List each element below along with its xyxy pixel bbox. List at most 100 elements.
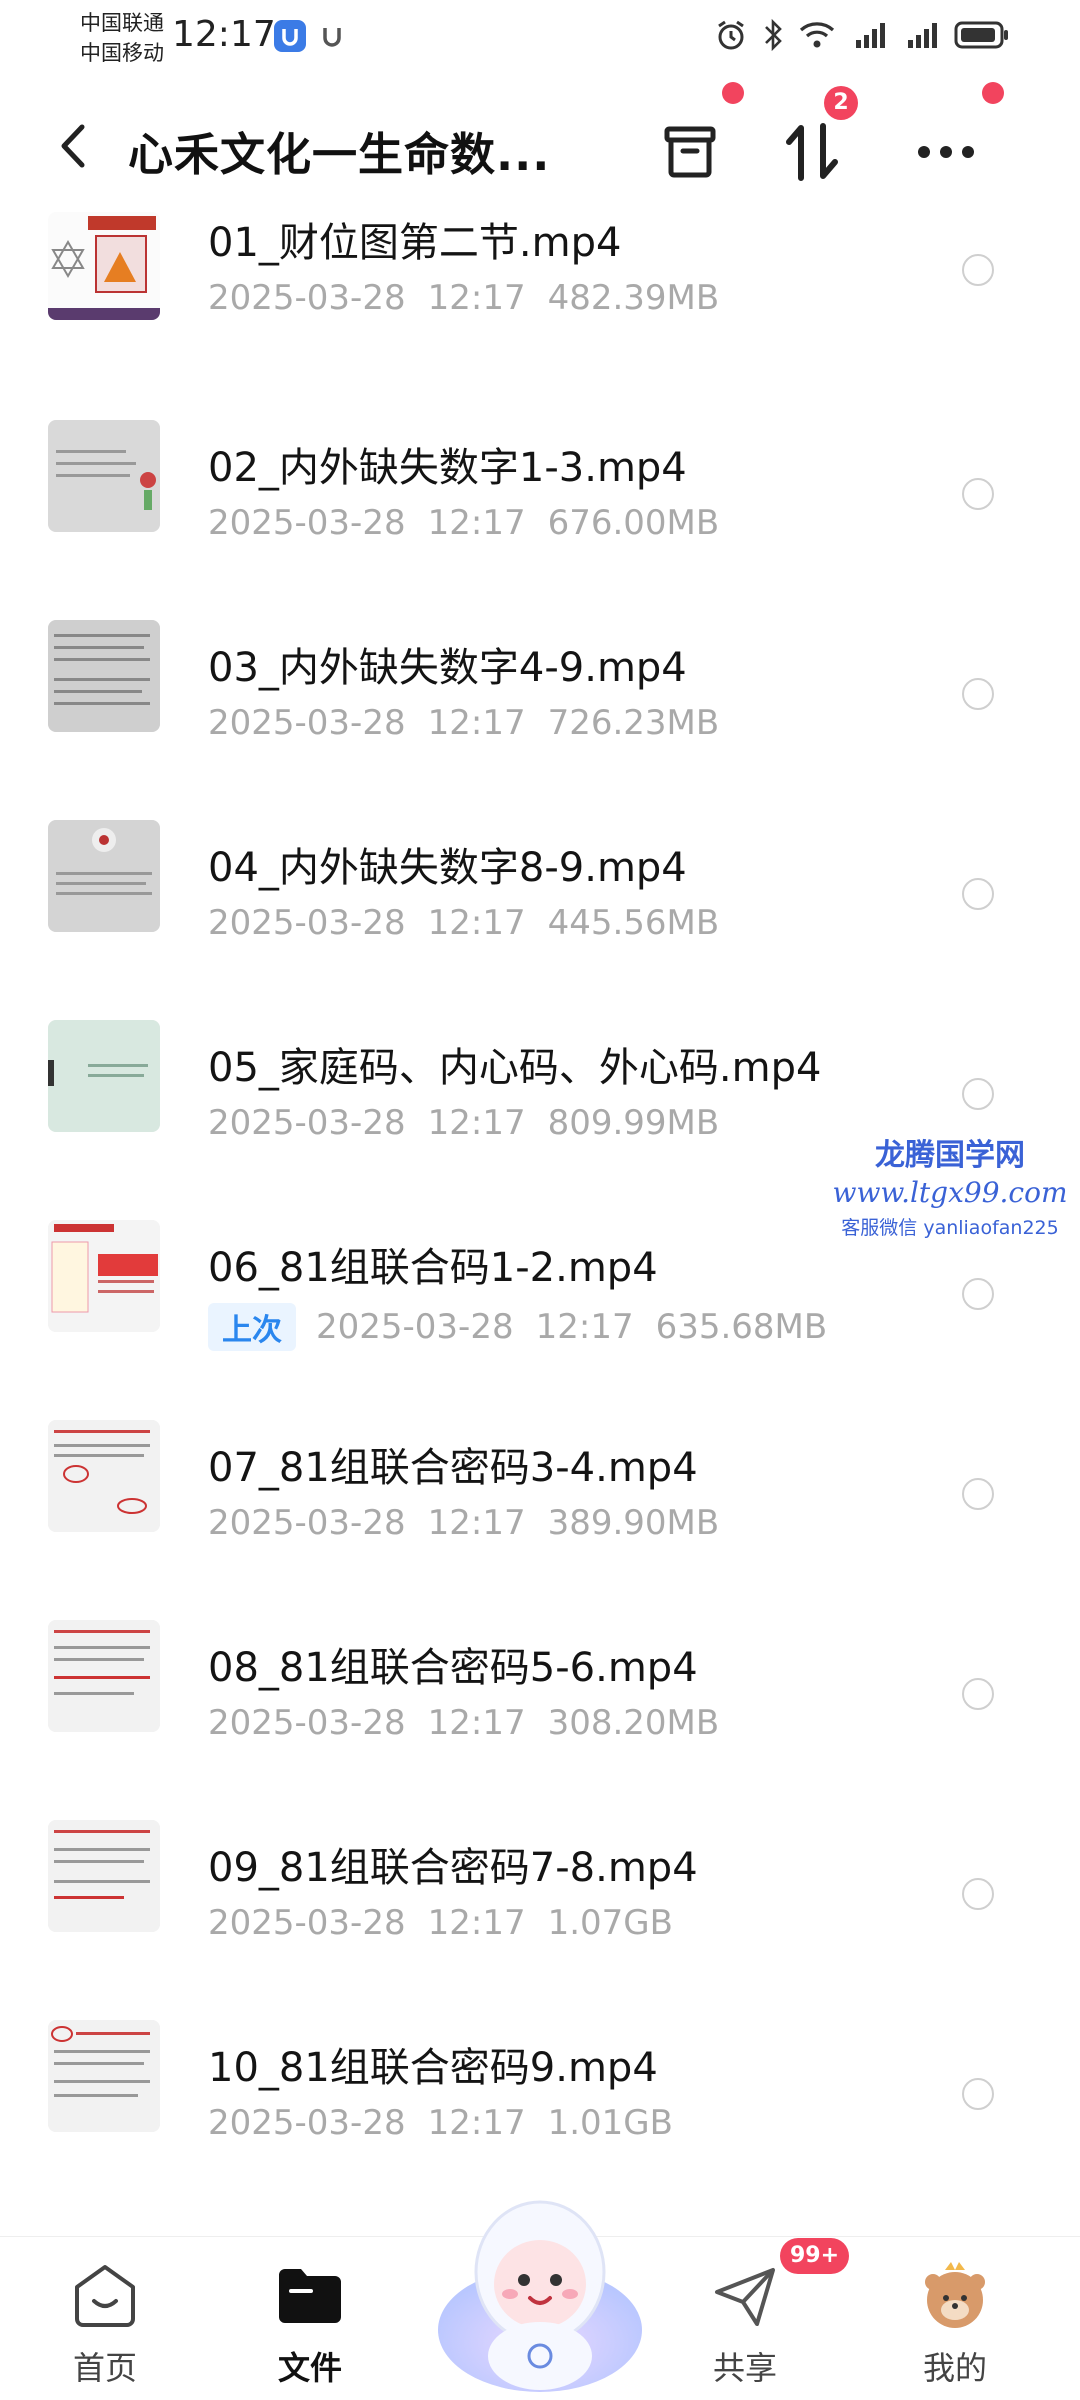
app-notification-icon-2 xyxy=(316,20,348,52)
file-meta: 2025-03-28 12:17 308.20MB xyxy=(208,1703,741,1743)
nav-files-label: 文件 xyxy=(277,2349,342,2387)
file-meta: 2025-03-28 12:17 445.56MB xyxy=(208,903,741,943)
file-time: 12:17 xyxy=(427,1903,526,1943)
signal-icon-1 xyxy=(856,23,885,48)
status-bar: 中国联通 中国移动 12:17 xyxy=(0,0,1080,78)
status-time: 12:17 xyxy=(172,14,276,55)
video-thumbnail xyxy=(48,212,160,320)
select-radio[interactable] xyxy=(962,254,994,286)
file-date: 2025-03-28 xyxy=(208,503,406,543)
video-thumbnail xyxy=(48,1420,160,1532)
file-meta: 2025-03-28 12:17 389.90MB xyxy=(208,1503,741,1543)
file-time: 12:17 xyxy=(427,503,526,543)
file-size: 676.00MB xyxy=(547,503,720,543)
carrier-2: 中国移动 xyxy=(80,41,164,65)
file-row[interactable]: 10_81组联合密码9.mp4 2025-03-28 12:17 1.01GB xyxy=(0,1960,1080,2160)
file-date: 2025-03-28 xyxy=(208,1103,406,1143)
file-name: 10_81组联合密码9.mp4 xyxy=(208,2045,658,2091)
file-time: 12:17 xyxy=(427,703,526,743)
select-radio[interactable] xyxy=(962,678,994,710)
video-thumbnail xyxy=(48,420,160,532)
share-count-badge: 99+ xyxy=(780,2238,850,2274)
file-row[interactable]: 08_81组联合密码5-6.mp4 2025-03-28 12:17 308.2… xyxy=(0,1560,1080,1760)
battery-icon xyxy=(954,21,1008,49)
archive-notification-dot xyxy=(722,82,744,104)
file-row[interactable]: 02_内外缺失数字1-3.mp4 2025-03-28 12:17 676.00… xyxy=(0,360,1080,560)
folder-icon xyxy=(273,2259,347,2333)
file-row[interactable]: 07_81组联合密码3-4.mp4 2025-03-28 12:17 389.9… xyxy=(0,1360,1080,1560)
carrier-1: 中国联通 xyxy=(80,11,164,35)
watermark-title: 龙腾国学网 xyxy=(875,1138,1025,1173)
select-radio[interactable] xyxy=(962,2078,994,2110)
file-date: 2025-03-28 xyxy=(208,1903,406,1943)
file-row[interactable]: 04_内外缺失数字8-9.mp4 2025-03-28 12:17 445.56… xyxy=(0,760,1080,960)
video-thumbnail xyxy=(48,1820,160,1932)
watermark: 龙腾国学网 www.ltgx99.com 客服微信 yanliaofan225 xyxy=(830,1130,1070,1240)
last-played-tag: 上次 xyxy=(208,1303,296,1351)
select-radio[interactable] xyxy=(962,1278,994,1310)
watermark-contact: 客服微信 yanliaofan225 xyxy=(841,1217,1059,1239)
file-size: 1.01GB xyxy=(547,2103,673,2143)
file-name: 08_81组联合密码5-6.mp4 xyxy=(208,1645,698,1691)
app-notification-icon xyxy=(274,20,306,52)
select-radio[interactable] xyxy=(962,1478,994,1510)
file-time: 12:17 xyxy=(427,2103,526,2143)
bluetooth-icon xyxy=(765,18,782,52)
video-thumbnail xyxy=(48,2020,160,2132)
more-notification-dot xyxy=(982,82,1004,104)
file-date: 2025-03-28 xyxy=(208,703,406,743)
home-icon xyxy=(68,2259,142,2333)
file-size: 1.07GB xyxy=(547,1903,673,1943)
file-date: 2025-03-28 xyxy=(208,1503,406,1543)
file-row[interactable]: 03_内外缺失数字4-9.mp4 2025-03-28 12:17 726.23… xyxy=(0,560,1080,760)
select-radio[interactable] xyxy=(962,1678,994,1710)
file-meta: 2025-03-28 12:17 726.23MB xyxy=(208,703,741,743)
paper-plane-icon xyxy=(708,2259,782,2333)
file-name: 03_内外缺失数字4-9.mp4 xyxy=(208,645,687,691)
file-date: 2025-03-28 xyxy=(208,2103,406,2143)
file-meta: 2025-03-28 12:17 1.01GB xyxy=(208,2103,695,2143)
file-meta: 上次 2025-03-28 12:17 635.68MB xyxy=(208,1303,849,1351)
file-date: 2025-03-28 xyxy=(208,1703,406,1743)
select-radio[interactable] xyxy=(962,478,994,510)
avatar xyxy=(918,2259,992,2333)
file-meta: 2025-03-28 12:17 809.99MB xyxy=(208,1103,741,1143)
file-size: 308.20MB xyxy=(547,1703,720,1743)
nav-files[interactable]: 文件 xyxy=(230,2237,390,2400)
file-meta: 2025-03-28 12:17 482.39MB xyxy=(208,278,741,318)
video-thumbnail xyxy=(48,1020,160,1132)
file-meta: 2025-03-28 12:17 676.00MB xyxy=(208,503,741,543)
file-size: 635.68MB xyxy=(655,1307,828,1347)
file-row[interactable]: 01_财位图第二节.mp4 2025-03-28 12:17 482.39MB xyxy=(0,160,1080,320)
more-dots-icon xyxy=(918,146,974,158)
nav-share-label: 共享 xyxy=(712,2349,777,2387)
file-name: 02_内外缺失数字1-3.mp4 xyxy=(208,445,687,491)
file-size: 389.90MB xyxy=(547,1503,720,1543)
select-radio[interactable] xyxy=(962,1878,994,1910)
file-date: 2025-03-28 xyxy=(208,278,406,318)
file-name: 04_内外缺失数字8-9.mp4 xyxy=(208,845,687,891)
select-radio[interactable] xyxy=(962,1078,994,1110)
nav-mine[interactable]: 我的 xyxy=(875,2237,1035,2400)
alarm-icon xyxy=(718,20,744,50)
file-date: 2025-03-28 xyxy=(316,1307,514,1347)
video-thumbnail xyxy=(48,1220,160,1332)
file-name: 06_81组联合码1-2.mp4 xyxy=(208,1245,658,1291)
video-thumbnail xyxy=(48,820,160,932)
status-icons xyxy=(714,18,1010,52)
signal-icon-2 xyxy=(908,23,937,48)
file-row[interactable]: 09_81组联合密码7-8.mp4 2025-03-28 12:17 1.07G… xyxy=(0,1760,1080,1960)
wifi-icon xyxy=(799,22,835,48)
file-name: 09_81组联合密码7-8.mp4 xyxy=(208,1845,698,1891)
assistant-mascot-button[interactable] xyxy=(430,2180,650,2400)
nav-home[interactable]: 首页 xyxy=(25,2237,185,2400)
file-name: 01_财位图第二节.mp4 xyxy=(208,220,622,266)
file-size: 445.56MB xyxy=(547,903,720,943)
file-size: 482.39MB xyxy=(547,278,720,318)
select-radio[interactable] xyxy=(962,878,994,910)
nav-mine-label: 我的 xyxy=(922,2349,987,2387)
carrier-info: 中国联通 中国移动 xyxy=(80,8,164,68)
transfer-count-badge: 2 xyxy=(824,86,858,120)
file-time: 12:17 xyxy=(427,1503,526,1543)
nav-home-label: 首页 xyxy=(72,2349,137,2387)
